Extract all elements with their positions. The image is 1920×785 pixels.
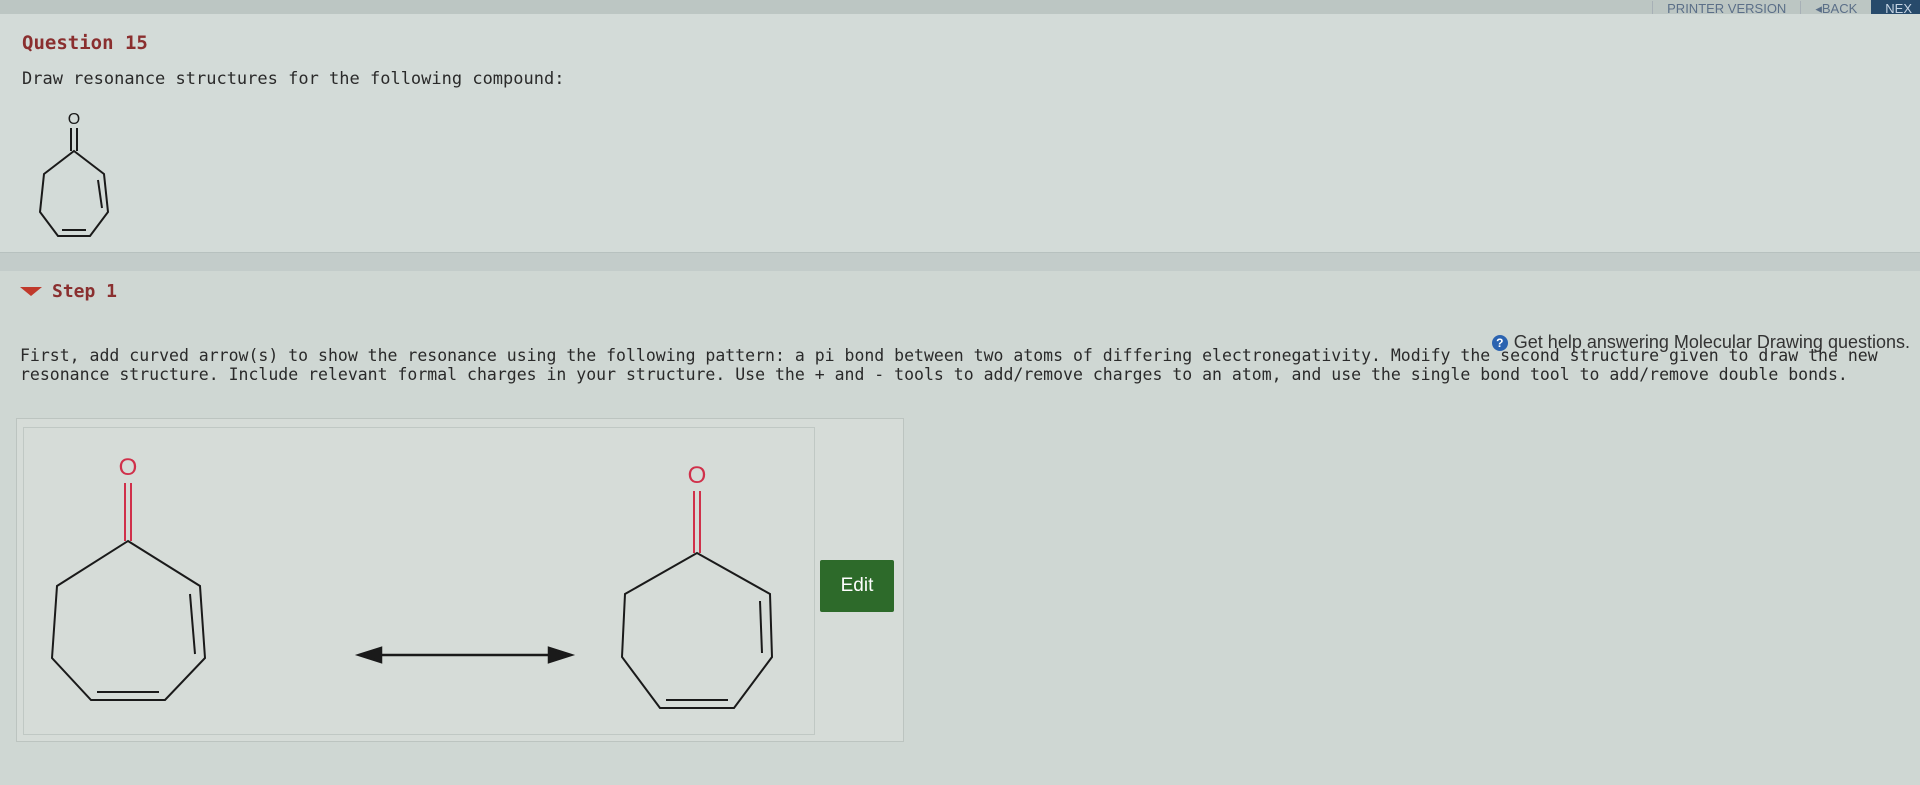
structure-1-oxygen-label: O	[119, 454, 138, 481]
structure-2-oxygen-label: O	[688, 462, 707, 489]
section-divider	[0, 252, 1920, 271]
question-panel: Question 15 Draw resonance structures fo…	[0, 14, 1920, 252]
structure-1: O	[50, 454, 207, 701]
edit-button[interactable]: Edit	[820, 560, 894, 612]
question-prompt: Draw resonance structures for the follow…	[22, 69, 565, 89]
drawing-canvas[interactable]: O O	[16, 418, 904, 742]
step-header[interactable]: Step 1	[20, 281, 117, 302]
instructions-line-2: resonance structure. Include relevant fo…	[20, 365, 1848, 384]
structure-2: O	[620, 462, 774, 709]
step-instructions: First, add curved arrow(s) to show the r…	[20, 346, 1880, 384]
question-molecule: O	[38, 111, 110, 237]
resonance-structures: O O	[50, 454, 774, 709]
step-label: Step 1	[52, 281, 118, 302]
resonance-arrow	[354, 646, 576, 664]
collapse-triangle-icon[interactable]	[20, 287, 42, 296]
question-oxygen-label: O	[68, 111, 80, 128]
instructions-line-1: First, add curved arrow(s) to show the r…	[20, 346, 1878, 365]
question-title: Question 15	[22, 32, 148, 54]
